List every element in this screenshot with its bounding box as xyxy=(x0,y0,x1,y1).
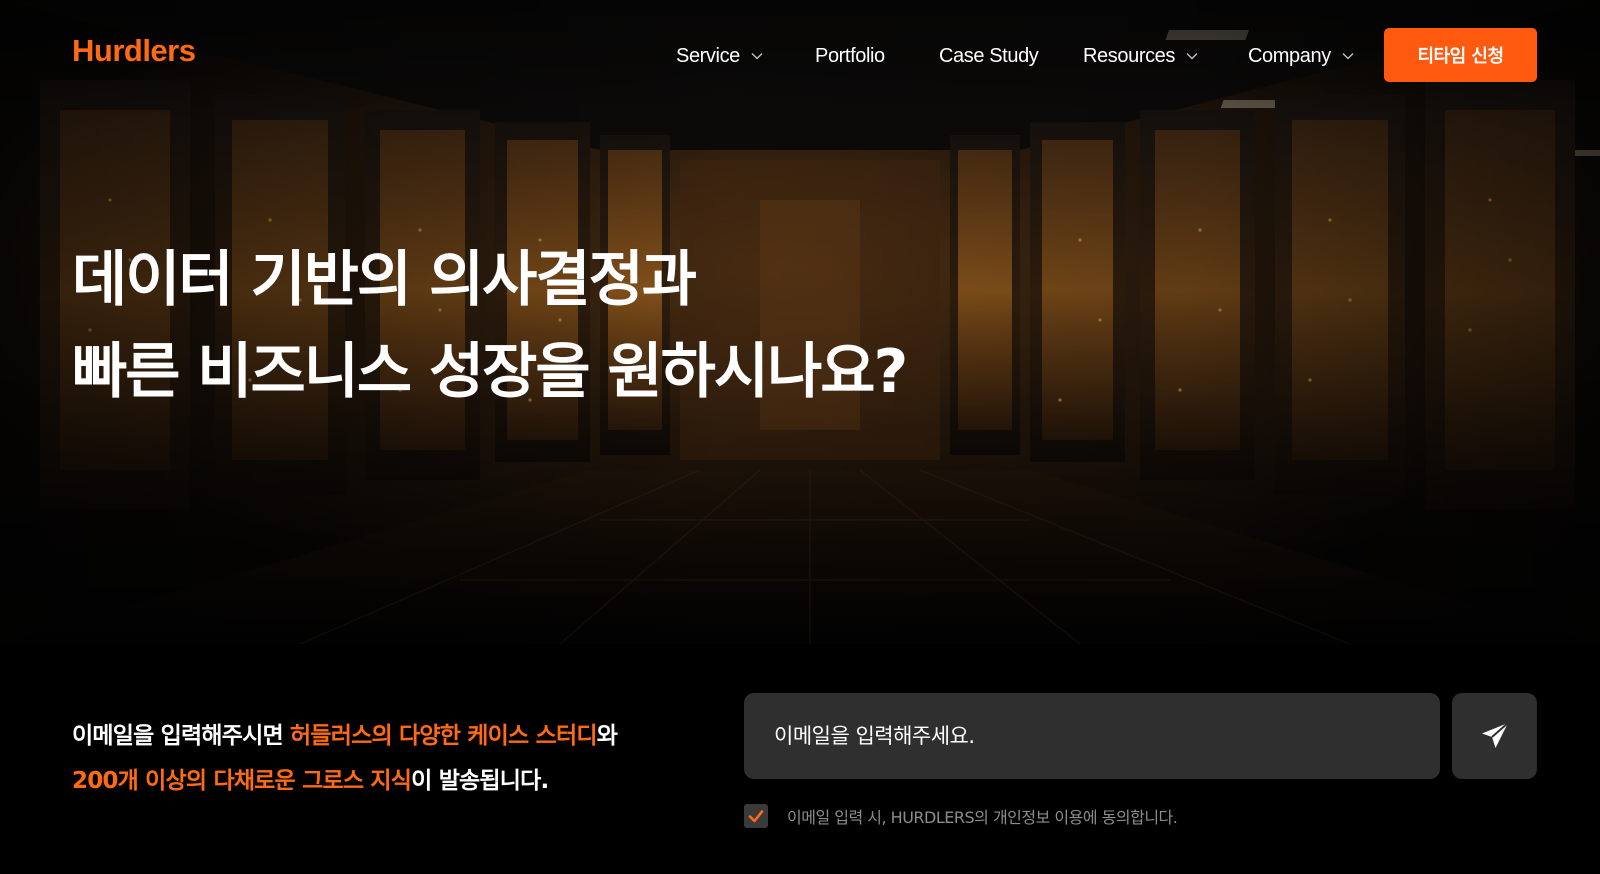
nav-item-label: Service xyxy=(676,44,740,67)
privacy-consent: 이메일 입력 시, HURDLERS의 개인정보 이용에 동의합니다. xyxy=(744,804,1178,828)
hero-headline: 데이터 기반의 의사결정과 빠른 비즈니스 성장을 원하시나요? xyxy=(72,234,908,418)
hero-headline-line-2: 빠른 비즈니스 성장을 원하시나요? xyxy=(72,337,908,407)
promo-highlight: 200개 이상의 다채로운 그로스 지식 xyxy=(72,768,412,794)
nav-item-service[interactable]: Service xyxy=(676,42,764,70)
hero-headline-line-1: 데이터 기반의 의사결정과 xyxy=(72,245,697,315)
subscribe-section: 이메일을 입력해주시면 허들러스의 다양한 케이스 스터디와 200개 이상의 … xyxy=(0,644,1600,874)
nav-item-company[interactable]: Company xyxy=(1248,42,1355,70)
nav-item-label: Resources xyxy=(1083,44,1175,67)
chevron-down-icon xyxy=(1342,52,1354,60)
send-button[interactable] xyxy=(1452,693,1537,779)
promo-line-1: 이메일을 입력해주시면 허들러스의 다양한 케이스 스터디와 xyxy=(72,714,618,759)
paper-plane-icon xyxy=(1481,722,1509,748)
chevron-down-icon xyxy=(751,52,763,60)
nav-item-label: Portfolio xyxy=(815,44,885,67)
promo-text: 와 xyxy=(596,723,618,749)
site-header: Hurdlers Service Portfolio Case Study Re… xyxy=(0,0,1600,110)
email-input[interactable] xyxy=(744,693,1440,779)
nav-item-portfolio[interactable]: Portfolio xyxy=(815,42,885,70)
nav-item-label: Case Study xyxy=(939,44,1039,67)
nav-item-resources[interactable]: Resources xyxy=(1083,42,1199,70)
hero-section: Hurdlers Service Portfolio Case Study Re… xyxy=(0,0,1600,644)
promo-line-2: 200개 이상의 다채로운 그로스 지식이 발송됩니다. xyxy=(72,759,617,804)
promo-text: 이 발송됩니다. xyxy=(411,768,549,794)
hurdlers-logo[interactable]: Hurdlers xyxy=(72,33,196,69)
teatime-request-button[interactable]: 티타임 신청 xyxy=(1384,28,1537,82)
privacy-consent-label: 이메일 입력 시, HURDLERS의 개인정보 이용에 동의합니다. xyxy=(787,808,1178,827)
subscribe-promo-text: 이메일을 입력해주시면 허들러스의 다양한 케이스 스터디와 200개 이상의 … xyxy=(72,714,618,804)
nav-item-label: Company xyxy=(1248,44,1331,67)
promo-text: 이메일을 입력해주시면 xyxy=(72,723,291,749)
promo-highlight: 허들러스의 다양한 케이스 스터디 xyxy=(290,723,597,749)
privacy-consent-checkbox[interactable] xyxy=(744,804,768,828)
nav-item-case-study[interactable]: Case Study xyxy=(939,42,1039,70)
checkmark-icon xyxy=(748,810,764,823)
chevron-down-icon xyxy=(1186,52,1198,60)
